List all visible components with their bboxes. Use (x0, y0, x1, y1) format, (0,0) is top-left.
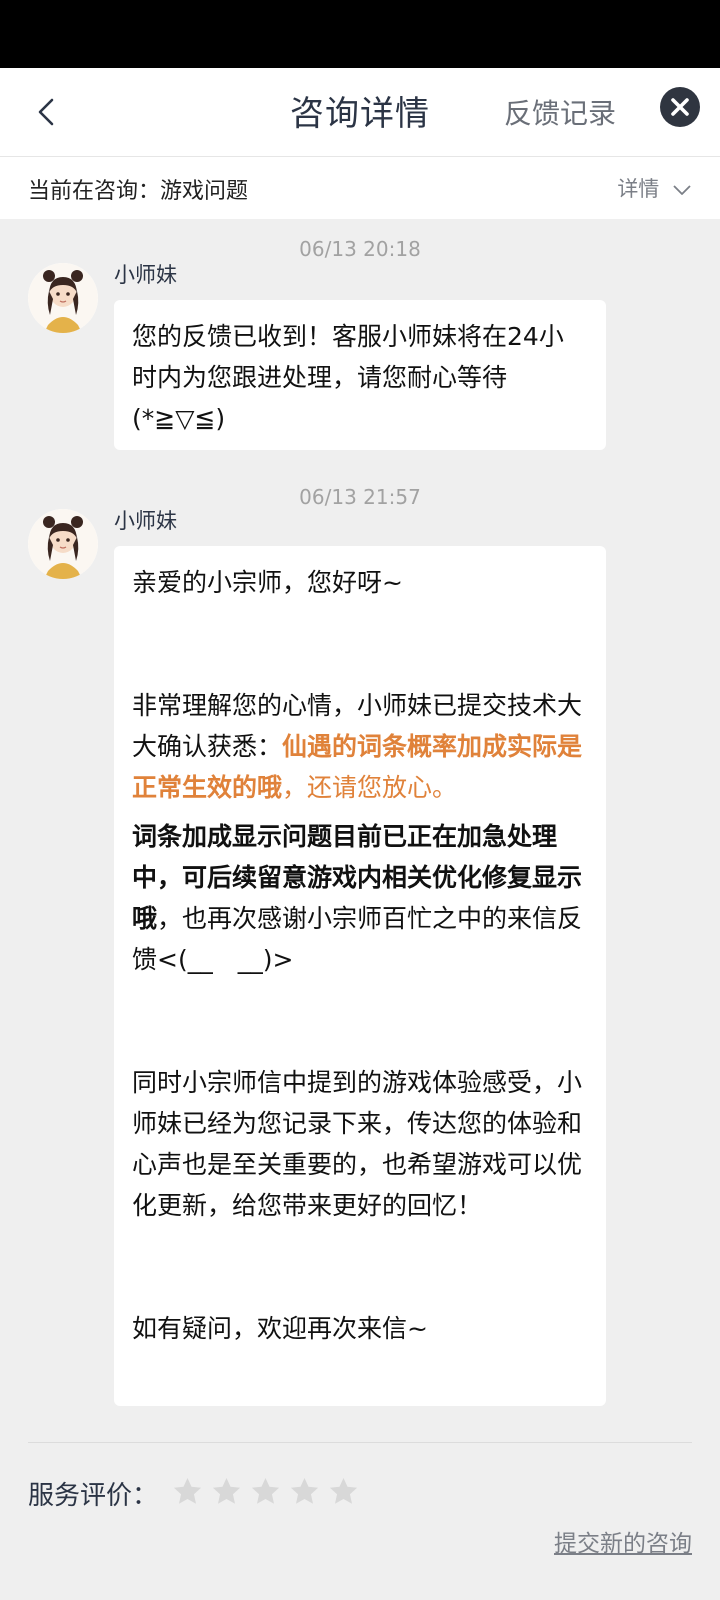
message-timestamp: 06/13 20:18 (299, 237, 421, 261)
detail-toggle[interactable]: 详情 (617, 173, 692, 203)
message-paragraph-3: 同时小宗师信中提到的游戏体验感受，小师妹已经为您记录下来，传达您的体验和心声也是… (132, 1068, 583, 1220)
feedback-records-button[interactable]: 反馈记录 (504, 92, 616, 132)
paragraph-2-suffix: ，也再次感谢小宗师百忙之中的来信反馈<(__ __)> (132, 904, 583, 974)
message-paragraph-2: 词条加成显示问题目前已正在加急处理中，可后续留意游戏内相关优化修复显示哦，也再次… (132, 816, 588, 980)
status-bar (0, 0, 720, 68)
detail-label: 详情 (617, 177, 660, 201)
star-icon[interactable] (328, 1476, 359, 1507)
message-greeting: 亲爱的小宗师，您好呀~ (132, 568, 403, 597)
current-consult-text: 当前在咨询：游戏问题 (28, 179, 249, 204)
message-bubble: 亲爱的小宗师，您好呀~ 非常理解您的心情，小师妹已提交技术大大确认获悉：仙遇的词… (114, 546, 606, 1406)
star-rating (172, 1476, 362, 1511)
star-icon[interactable] (211, 1476, 242, 1507)
message-timestamp: 06/13 21:57 (299, 485, 421, 509)
header: 咨询详情 反馈记录 (0, 68, 720, 157)
chevron-down-icon (673, 185, 691, 195)
avatar (28, 263, 98, 333)
star-icon[interactable] (289, 1476, 320, 1507)
message-text: 您的反馈已收到！客服小师妹将在24小时内为您跟进处理，请您耐心等待(*≧▽≦) (132, 322, 564, 433)
sender-name: 小师妹 (114, 263, 177, 287)
close-button[interactable] (660, 87, 700, 127)
message-paragraph-1: 非常理解您的心情，小师妹已提交技术大大确认获悉：仙遇的词条概率加成实际是正常生效… (132, 685, 588, 808)
rating-label: 服务评价： (28, 1481, 159, 1511)
new-consult-link[interactable]: 提交新的咨询 (554, 1524, 692, 1558)
avatar (28, 509, 98, 579)
sender-name: 小师妹 (114, 509, 177, 533)
message-paragraph-4: 如有疑问，欢迎再次来信~ (132, 1314, 428, 1343)
divider (28, 1442, 692, 1443)
close-icon (671, 98, 689, 116)
star-icon[interactable] (172, 1476, 203, 1507)
highlight-suffix: ，还请您放心。 (282, 773, 458, 802)
consult-bar: 当前在咨询：游戏问题 详情 (0, 157, 720, 219)
message-bubble: 您的反馈已收到！客服小师妹将在24小时内为您跟进处理，请您耐心等待(*≧▽≦) (114, 300, 606, 450)
star-icon[interactable] (250, 1476, 281, 1507)
